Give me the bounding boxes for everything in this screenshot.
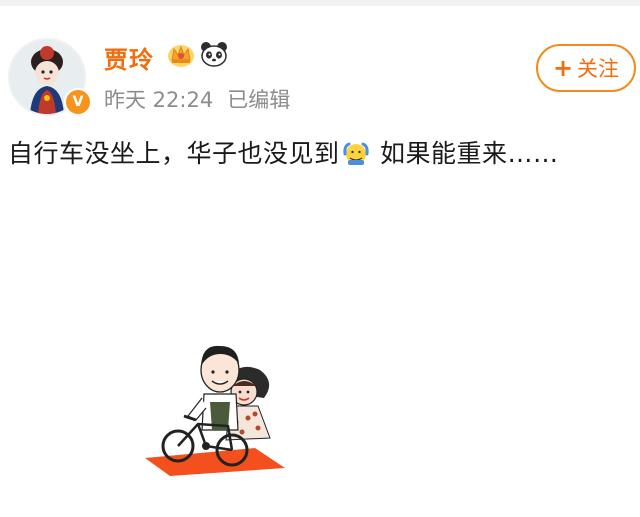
post-meta: 昨天 22:24 已编辑 <box>104 84 304 114</box>
verified-badge-icon: V <box>64 88 92 116</box>
panda-icon[interactable] <box>199 40 229 68</box>
top-divider <box>0 0 640 6</box>
avatar-container[interactable]: V <box>8 38 92 116</box>
edited-label[interactable]: 已编辑 <box>227 88 290 112</box>
plus-icon: + <box>552 54 574 82</box>
post-text-part-2: 如果能重来…… <box>371 139 559 168</box>
post-text-part-1: 自行车没坐上，华子也没见到 <box>8 139 340 168</box>
bicycle-couple-sticker[interactable] <box>140 330 290 480</box>
crown-icon[interactable] <box>166 40 196 68</box>
follow-label: 关注 <box>577 57 620 81</box>
post-time: 昨天 22:24 <box>104 88 214 112</box>
post-text: 自行车没坐上，华子也没见到 如果能重来…… <box>8 134 558 170</box>
hands-up-emoji-icon <box>342 140 370 166</box>
follow-button[interactable]: + 关注 <box>536 44 636 92</box>
user-name[interactable]: 贾玲 <box>104 40 154 75</box>
